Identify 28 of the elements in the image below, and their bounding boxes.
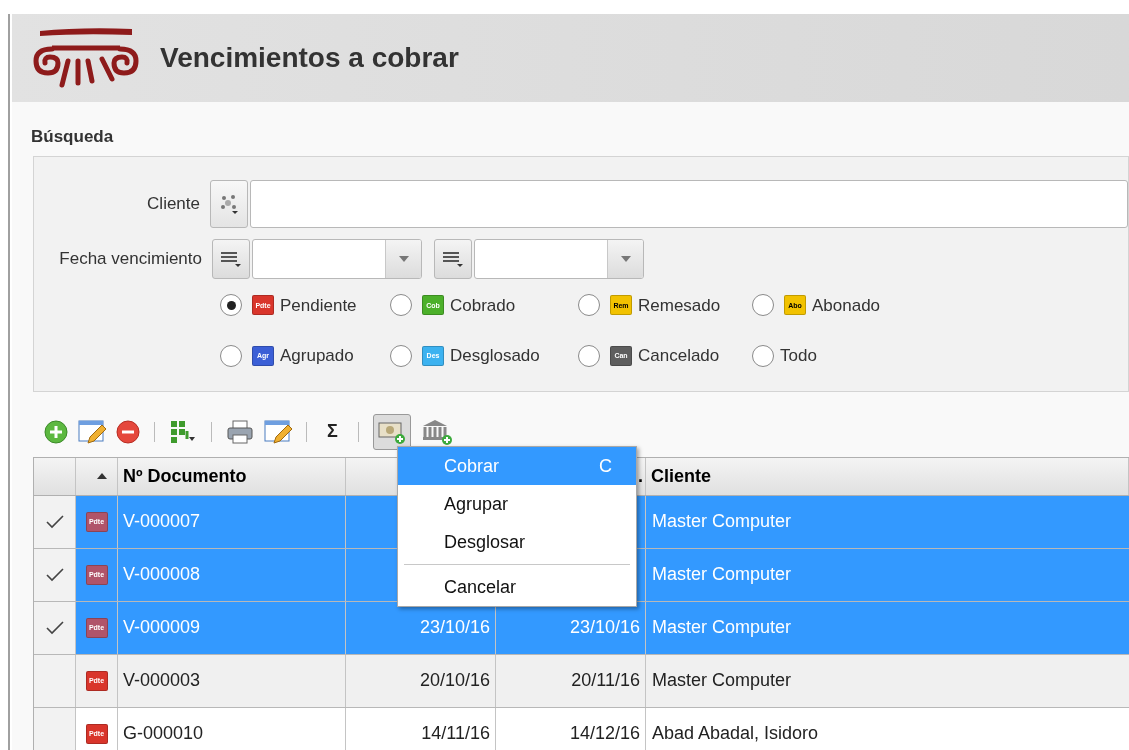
table-cell-text: V-000003: [123, 669, 201, 692]
table-cell-text: V-000007: [123, 510, 201, 533]
table-cell-text: Master Computer: [652, 510, 792, 533]
radio-label: Cancelado: [638, 345, 720, 367]
radio-label: Todo: [780, 345, 817, 367]
table-cell-text: Master Computer: [652, 563, 792, 586]
radio-label: Cobrado: [450, 294, 516, 317]
page-title: Vencimientos a cobrar: [160, 41, 459, 75]
field-label: Fecha vencimiento: [58, 247, 203, 270]
table-cell-text: Master Computer: [652, 616, 792, 639]
table-cell-text: Master Computer: [652, 669, 792, 692]
table-cell-text: V-000008: [123, 563, 201, 586]
radio-label: Abonado: [812, 294, 881, 317]
table-cell-text: 20/11/16: [571, 669, 640, 692]
table-cell-text: 23/10/16: [419, 616, 490, 639]
table-cell-text: V-000009: [123, 616, 201, 639]
section-title: Búsqueda: [31, 126, 114, 148]
table-cell-text: 14/11/16: [421, 722, 490, 745]
table-cell-text: 14/12/16: [569, 722, 640, 745]
table-cell-text: 23/10/16: [569, 616, 640, 639]
table-cell-text: Abad Abadal, Isidoro: [652, 722, 819, 745]
table-cell-text: 20/10/16: [419, 669, 490, 692]
field-label: Cliente: [146, 192, 201, 215]
radio-label: Agrupado: [280, 345, 354, 367]
radio-label: Desglosado: [450, 345, 540, 367]
table-cell-text: G-000010: [123, 722, 204, 745]
radio-label: Pendiente: [280, 294, 357, 317]
radio-label: Remesado: [638, 294, 721, 317]
